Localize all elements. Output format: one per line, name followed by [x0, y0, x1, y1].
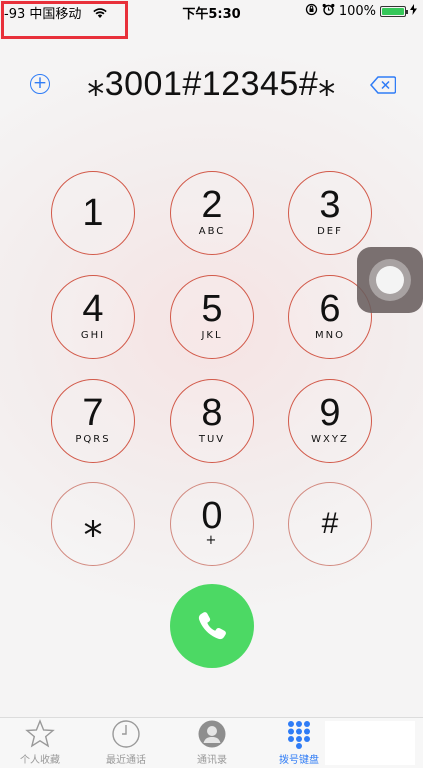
- key-letters: PQRS: [75, 434, 111, 445]
- key-7[interactable]: 7 PQRS: [51, 379, 135, 463]
- obscured-area: [325, 721, 415, 765]
- phone-icon: [198, 612, 226, 640]
- key-5[interactable]: 5 JKL: [170, 275, 254, 359]
- tab-bar: 个人收藏 最近通话 通讯录 拨号键盘: [0, 717, 423, 768]
- keypad-icon: [288, 721, 310, 749]
- battery-percent: 100%: [338, 4, 376, 19]
- key-letters: TUV: [198, 434, 226, 445]
- key-digit: 1: [82, 192, 104, 234]
- key-digit: ⁎: [83, 503, 103, 545]
- assistive-touch-button[interactable]: [357, 247, 423, 313]
- backspace-icon: [370, 76, 397, 94]
- tab-keypad[interactable]: 拨号键盘: [264, 718, 334, 766]
- tab-label: 拨号键盘: [279, 755, 319, 766]
- key-letters: ABC: [198, 226, 226, 237]
- key-letters: GHI: [80, 330, 106, 341]
- call-button[interactable]: [170, 584, 254, 668]
- key-digit: 5: [201, 288, 223, 330]
- key-star[interactable]: ⁎: [51, 482, 135, 566]
- assistive-touch-dot: [376, 266, 404, 294]
- key-digit: 2: [201, 184, 223, 226]
- alarm-icon: [322, 3, 335, 20]
- key-digit: 0: [201, 495, 223, 537]
- battery-icon: [380, 6, 408, 17]
- clock-icon: [112, 720, 140, 748]
- key-9[interactable]: 9 WXYZ: [288, 379, 372, 463]
- contact-icon: [198, 720, 226, 748]
- key-digit: 4: [82, 288, 104, 330]
- key-digit: 9: [319, 392, 341, 434]
- charging-icon: [410, 4, 417, 19]
- key-2[interactable]: 2 ABC: [170, 171, 254, 255]
- key-digit: #: [321, 507, 339, 540]
- key-digit: 3: [319, 184, 341, 226]
- key-0[interactable]: 0 +: [170, 482, 254, 566]
- key-letters: JKL: [201, 330, 223, 341]
- status-bar: -93 中国移动 下午5:30 100%: [0, 0, 423, 39]
- key-3[interactable]: 3 DEF: [288, 171, 372, 255]
- key-digit: 8: [201, 392, 223, 434]
- tab-favorites[interactable]: 个人收藏: [5, 718, 75, 766]
- tab-contacts[interactable]: 通讯录: [177, 718, 247, 766]
- delete-button[interactable]: [370, 76, 397, 98]
- rotation-lock-icon: [305, 3, 318, 20]
- key-4[interactable]: 4 GHI: [51, 275, 135, 359]
- key-letters: DEF: [317, 226, 343, 237]
- key-letters: WXYZ: [311, 434, 349, 445]
- tab-recents[interactable]: 最近通话: [91, 718, 161, 766]
- key-8[interactable]: 8 TUV: [170, 379, 254, 463]
- key-digit: 7: [82, 392, 104, 434]
- star-icon: [25, 719, 55, 748]
- key-letters: MNO: [315, 330, 345, 341]
- tab-label: 个人收藏: [20, 755, 60, 766]
- key-hash[interactable]: #: [288, 482, 372, 566]
- number-display-row: + ⁎3001#12345#⁎: [0, 64, 423, 104]
- key-1[interactable]: 1: [51, 171, 135, 255]
- tab-label: 通讯录: [197, 755, 227, 766]
- tab-label: 最近通话: [106, 755, 146, 766]
- dialed-number: ⁎3001#12345#⁎: [87, 65, 336, 103]
- key-letters: +: [205, 533, 219, 548]
